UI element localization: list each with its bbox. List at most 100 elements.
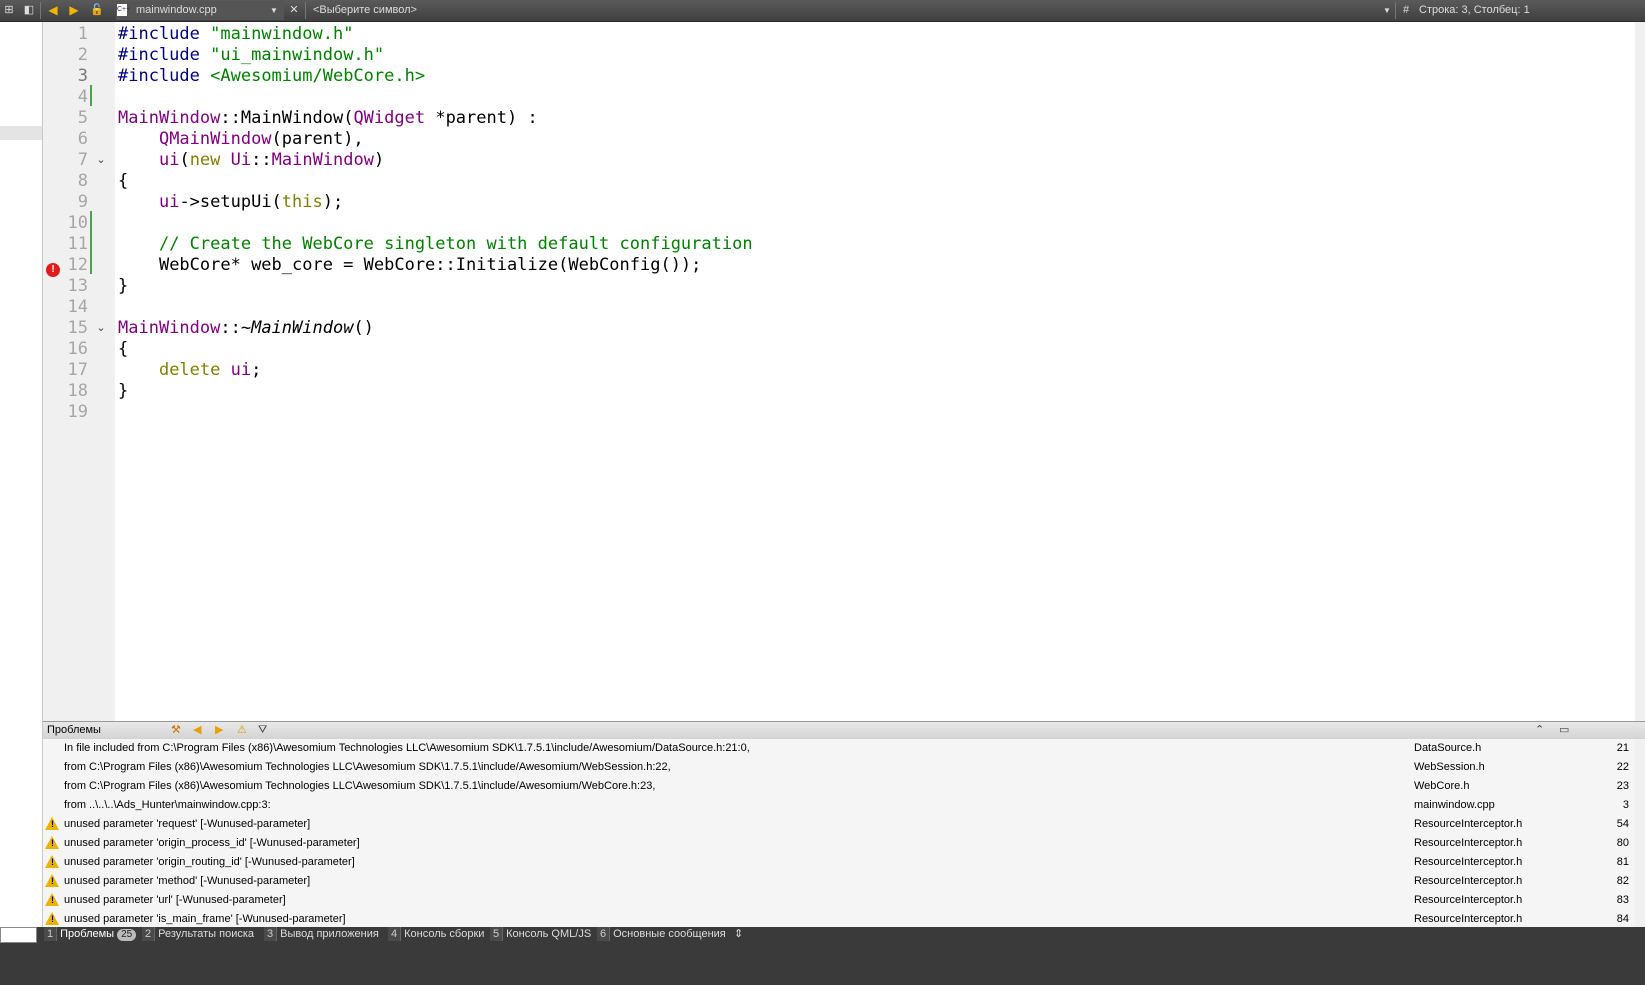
build-issue-icon[interactable]: ⚒ [171, 723, 181, 738]
symbol-selector[interactable]: <Выберите символ> [313, 0, 417, 21]
locator-input[interactable] [0, 927, 37, 943]
warning-filter-icon[interactable]: ⚠ [237, 723, 247, 738]
problems-header: Проблемы ⚒ ◀ ▶ ⚠ ⛛ ⌃ ▭ [43, 721, 1645, 740]
problem-row[interactable]: ! unused parameter 'origin_routing_id' [-… [43, 853, 1635, 873]
code-line[interactable]: // Create the WebCore singleton with def… [118, 234, 753, 255]
problem-row[interactable]: ! unused parameter 'is_main_frame' [-Wunu… [43, 910, 1635, 927]
tab-label: Консоль сборки [404, 928, 485, 940]
problem-line: 21 [1616, 742, 1629, 754]
tab-2[interactable]: 2 Результаты поиска [142, 927, 254, 941]
chevron-up-icon[interactable]: ⌃ [1535, 723, 1544, 738]
code-token: { [118, 171, 129, 191]
problem-row[interactable]: from C:\Program Files (x86)\Awesomium Te… [43, 758, 1635, 778]
problem-file: ResourceInterceptor.h [1414, 875, 1523, 887]
problem-line: 3 [1622, 799, 1629, 811]
tab-number: 1 [44, 927, 58, 941]
cpp-file-icon: C++ [117, 4, 130, 16]
line-number: 10 [67, 213, 88, 233]
problem-file: WebSession.h [1414, 761, 1485, 773]
problem-row[interactable]: ! unused parameter 'method' [-Wunused-par… [43, 872, 1635, 892]
problem-row[interactable]: In file included from C:\Program Files (… [43, 739, 1635, 759]
lock-icon[interactable]: 🔓 [90, 3, 104, 24]
tab-5[interactable]: 5 Консоль QML/JS [490, 927, 591, 941]
code-token: MainWindow [118, 108, 221, 128]
code-line[interactable]: delete ui; [118, 360, 261, 381]
file-name[interactable]: mainwindow.cpp [136, 0, 217, 21]
problems-list[interactable]: In file included from C:\Program Files (… [43, 739, 1635, 927]
forward-arrow-icon[interactable]: ▶ [67, 3, 81, 24]
prev-arrow-icon[interactable]: ◀ [193, 723, 201, 738]
change-marker [90, 85, 92, 106]
line-number: 5 [77, 108, 88, 128]
change-marker [90, 211, 92, 274]
problem-row[interactable]: from C:\Program Files (x86)\Awesomium Te… [43, 777, 1635, 797]
code-line[interactable]: } [118, 381, 128, 402]
line-number: 16 [67, 339, 88, 359]
sidebar-toggle-icon[interactable]: ◧ [22, 3, 36, 24]
code-editor[interactable]: ! 1 2 3 4 5 6 7 8 9 10 11 12 13 14 15 16 17 18 19 ⌄ ⌄ #inc… [43, 22, 1635, 721]
problem-line: 82 [1616, 875, 1629, 887]
next-arrow-icon[interactable]: ▶ [215, 723, 223, 738]
problems-scrollbar[interactable] [1635, 739, 1645, 927]
line-number: 11 [67, 234, 88, 254]
code-comment: // Create the WebCore singleton with def… [158, 234, 753, 254]
code-token: ui [230, 360, 252, 380]
problem-file: ResourceInterceptor.h [1414, 894, 1523, 906]
code-token: MainWindow [118, 318, 221, 338]
code-line[interactable]: #include "ui_mainwindow.h" [118, 45, 384, 66]
code-line[interactable]: #include "mainwindow.h" [118, 24, 353, 45]
tab-6[interactable]: 6 Основные сообщения [597, 927, 726, 941]
warning-icon: ! [45, 912, 59, 925]
split-icon[interactable]: ⊞ [2, 3, 16, 24]
problem-line: 84 [1616, 913, 1629, 925]
tab-number: 5 [490, 927, 504, 941]
code-token: this [281, 192, 323, 212]
code-line[interactable]: MainWindow::~MainWindow() [118, 318, 374, 339]
code-line[interactable]: MainWindow::MainWindow(QWidget *parent) … [118, 108, 538, 129]
toolbar-divider [305, 2, 306, 19]
editor-scrollbar[interactable] [1635, 22, 1645, 721]
cursor-position: Строка: 3, Столбец: 1 [1419, 4, 1530, 16]
code-token: *parent) : [425, 108, 538, 128]
code-line[interactable]: { [118, 339, 128, 360]
code-line[interactable]: #include <Awesomium/WebCore.h> [118, 66, 425, 87]
problem-row[interactable]: ! unused parameter 'origin_process_id' [-… [43, 834, 1635, 854]
tab-1[interactable]: 1 Проблемы 25 [44, 927, 137, 941]
code-token: ::~ [220, 318, 252, 338]
code-token: :: [220, 108, 241, 128]
tab-3[interactable]: 3 Вывод приложения [264, 927, 379, 941]
problem-description: from ..\..\..\Ads_Hunter\mainwindow.cpp:… [64, 799, 271, 811]
tab-4[interactable]: 4 Консоль сборки [388, 927, 484, 941]
back-arrow-icon[interactable]: ◀ [46, 3, 60, 24]
chevron-down-icon[interactable]: ▼ [1383, 0, 1391, 21]
problem-description: unused parameter 'request' [-Wunused-par… [64, 818, 311, 830]
problem-row[interactable]: ! unused parameter 'request' [-Wunused-pa… [43, 815, 1635, 835]
code-line[interactable]: } [118, 276, 128, 297]
close-panel-icon[interactable]: ▭ [1559, 723, 1569, 738]
filter-icon[interactable]: ⛛ [258, 723, 267, 738]
fold-chevron-icon[interactable]: ⌄ [95, 318, 107, 339]
code-line[interactable]: ui->setupUi(this); [118, 192, 343, 213]
code-line[interactable]: QMainWindow(parent), [118, 129, 364, 150]
problem-file: ResourceInterceptor.h [1414, 856, 1523, 868]
close-icon[interactable]: ✕ [287, 3, 301, 24]
problem-row[interactable]: ! unused parameter 'url' [-Wunused-parame… [43, 891, 1635, 911]
code-token: MainWindow [251, 318, 354, 338]
tab-number: 3 [264, 927, 278, 941]
problem-line: 81 [1616, 856, 1629, 868]
code-line[interactable]: ui(new Ui::MainWindow) [118, 150, 384, 171]
toolbar-divider [40, 2, 41, 19]
code-line[interactable]: { [118, 171, 128, 192]
code-line[interactable]: WebCore* web_core = WebCore::Initialize(… [118, 255, 701, 276]
code-token: } [118, 381, 129, 401]
fold-chevron-icon[interactable]: ⌄ [95, 150, 107, 171]
tab-menu-icon[interactable]: ⇕ [734, 927, 743, 941]
problem-line: 83 [1616, 894, 1629, 906]
problem-row[interactable]: from ..\..\..\Ads_Hunter\mainwindow.cpp:… [43, 796, 1635, 816]
line-number: 15 [67, 318, 88, 338]
problem-file: ResourceInterceptor.h [1414, 837, 1523, 849]
line-number: 13 [67, 276, 88, 296]
problem-file: ResourceInterceptor.h [1414, 913, 1523, 925]
chevron-down-icon[interactable]: ▼ [270, 0, 278, 21]
